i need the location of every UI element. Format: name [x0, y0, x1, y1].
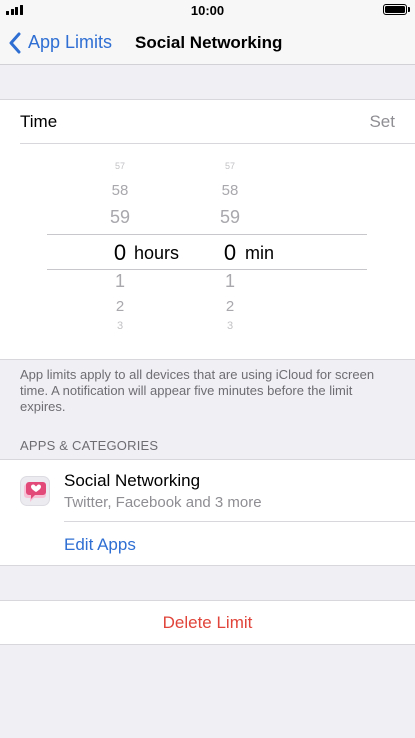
section-header-apps: APPS & CATEGORIES	[20, 438, 159, 453]
back-label: App Limits	[28, 32, 113, 52]
picker-value: 3	[226, 320, 234, 332]
social-networking-icon	[20, 476, 50, 506]
chevron-left-icon	[9, 32, 21, 53]
delete-limit-row[interactable]: Delete Limit	[0, 600, 415, 645]
picker-value: 58	[111, 182, 129, 199]
picker-value: 1	[224, 271, 235, 291]
status-bar: 10:00	[0, 0, 415, 20]
picker-value: 2	[115, 298, 125, 315]
picker-value: 57	[114, 161, 125, 171]
edit-apps-button[interactable]: Edit Apps	[64, 535, 136, 555]
status-time: 10:00	[190, 3, 225, 18]
picker-value: 58	[221, 182, 239, 199]
time-section: Time Set 57 58 59 0 1 2 3 hours 57 58 59…	[0, 99, 415, 360]
picker-value: 1	[114, 271, 125, 291]
picker-value: 59	[109, 207, 131, 227]
time-row[interactable]: Time Set	[0, 100, 415, 144]
time-label: Time	[20, 112, 58, 131]
app-category-subtitle: Twitter, Facebook and 3 more	[64, 494, 262, 511]
hours-unit-label: hours	[134, 243, 180, 263]
picker-value: 3	[116, 320, 124, 332]
delete-limit-button[interactable]: Delete Limit	[0, 613, 415, 633]
page-title: Social Networking	[135, 33, 283, 52]
minutes-unit-label: min	[245, 243, 275, 263]
battery-icon	[383, 4, 407, 15]
picker-value: 57	[224, 161, 235, 171]
time-set-value: Set	[369, 112, 395, 131]
navigation-bar: App Limits Social Networking	[0, 20, 415, 65]
picker-value: 2	[225, 298, 235, 315]
apps-section: Social Networking Twitter, Facebook and …	[0, 459, 415, 566]
battery-cap	[408, 7, 410, 12]
app-category-name: Social Networking	[64, 471, 201, 490]
time-picker[interactable]: 57 58 59 0 1 2 3 hours 57 58 59 0 1 2 3 …	[0, 144, 415, 360]
back-button[interactable]: App Limits	[8, 20, 112, 65]
limit-info-text: App limits apply to all devices that are…	[20, 367, 375, 414]
divider	[64, 521, 415, 522]
picker-value: 59	[219, 207, 241, 227]
